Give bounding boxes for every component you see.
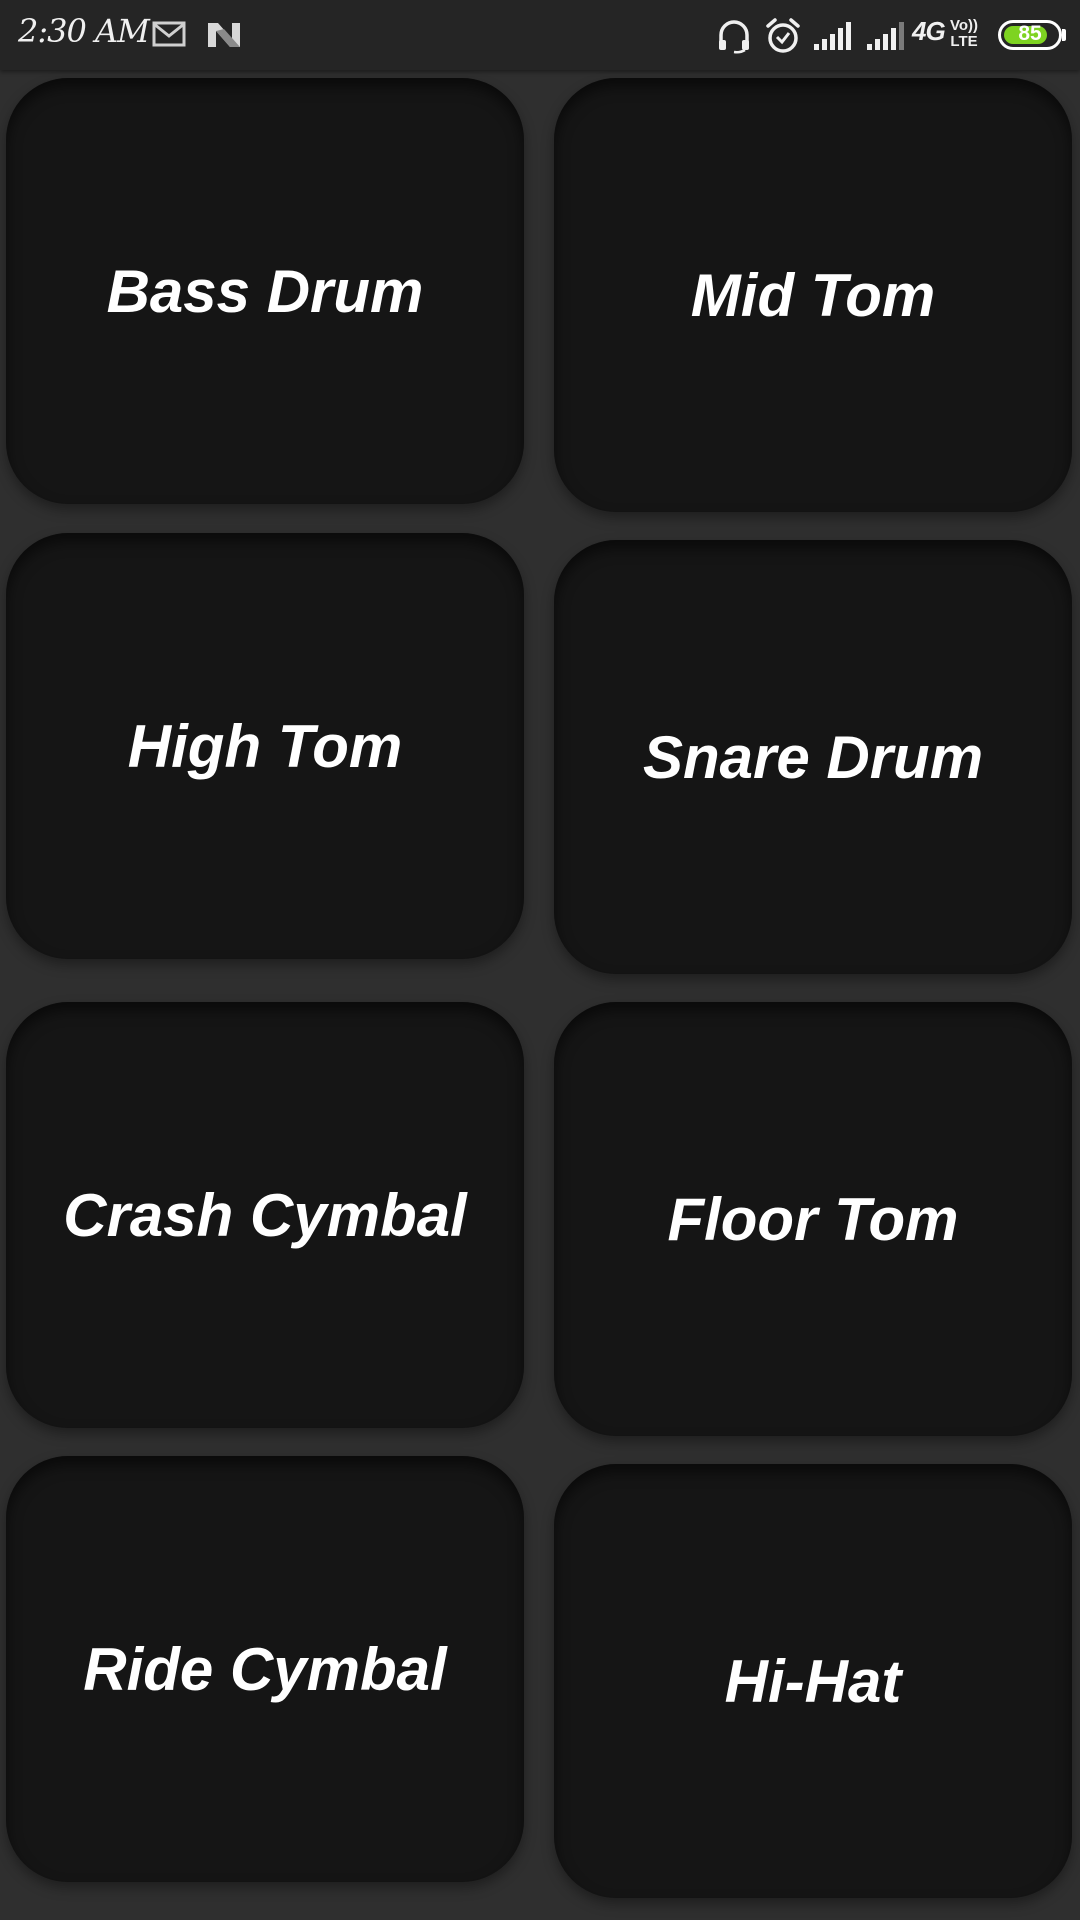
signal-icon (814, 22, 851, 50)
pad-label: Ride Cymbal (83, 1635, 447, 1703)
pad-label: Bass Drum (106, 257, 424, 325)
pad-crash-cymbal[interactable]: Crash Cymbal (6, 1002, 524, 1428)
alarm-icon (766, 18, 800, 53)
status-time: 2:30 AM (18, 12, 150, 50)
pad-high-tom[interactable]: High Tom (6, 533, 524, 959)
pad-label: Snare Drum (642, 723, 984, 791)
pad-label: Mid Tom (690, 261, 936, 329)
4g-icon: 4G (912, 16, 946, 46)
headset-icon (719, 20, 749, 54)
battery-tip (1062, 29, 1066, 41)
mail-icon (152, 21, 186, 47)
pad-bass-drum[interactable]: Bass Drum (6, 78, 524, 504)
pad-label: Floor Tom (667, 1185, 959, 1253)
pad-mid-tom[interactable]: Mid Tom (554, 78, 1072, 512)
status-bar: 2:30 AM 4G Vo)) LTE 85 (0, 0, 1080, 70)
pad-floor-tom[interactable]: Floor Tom (554, 1002, 1072, 1436)
pad-label: Hi-Hat (724, 1647, 902, 1715)
pad-label: High Tom (127, 712, 403, 780)
signal-icon (867, 22, 904, 50)
pad-ride-cymbal[interactable]: Ride Cymbal (6, 1456, 524, 1882)
battery-icon: 85 (998, 20, 1062, 50)
battery-percentage: 85 (1018, 22, 1042, 45)
pad-snare-drum[interactable]: Snare Drum (554, 540, 1072, 974)
volte-icon: Vo)) LTE (950, 17, 979, 50)
n-app-icon (208, 23, 240, 47)
pad-hi-hat[interactable]: Hi-Hat (554, 1464, 1072, 1898)
pad-label: Crash Cymbal (63, 1181, 467, 1249)
